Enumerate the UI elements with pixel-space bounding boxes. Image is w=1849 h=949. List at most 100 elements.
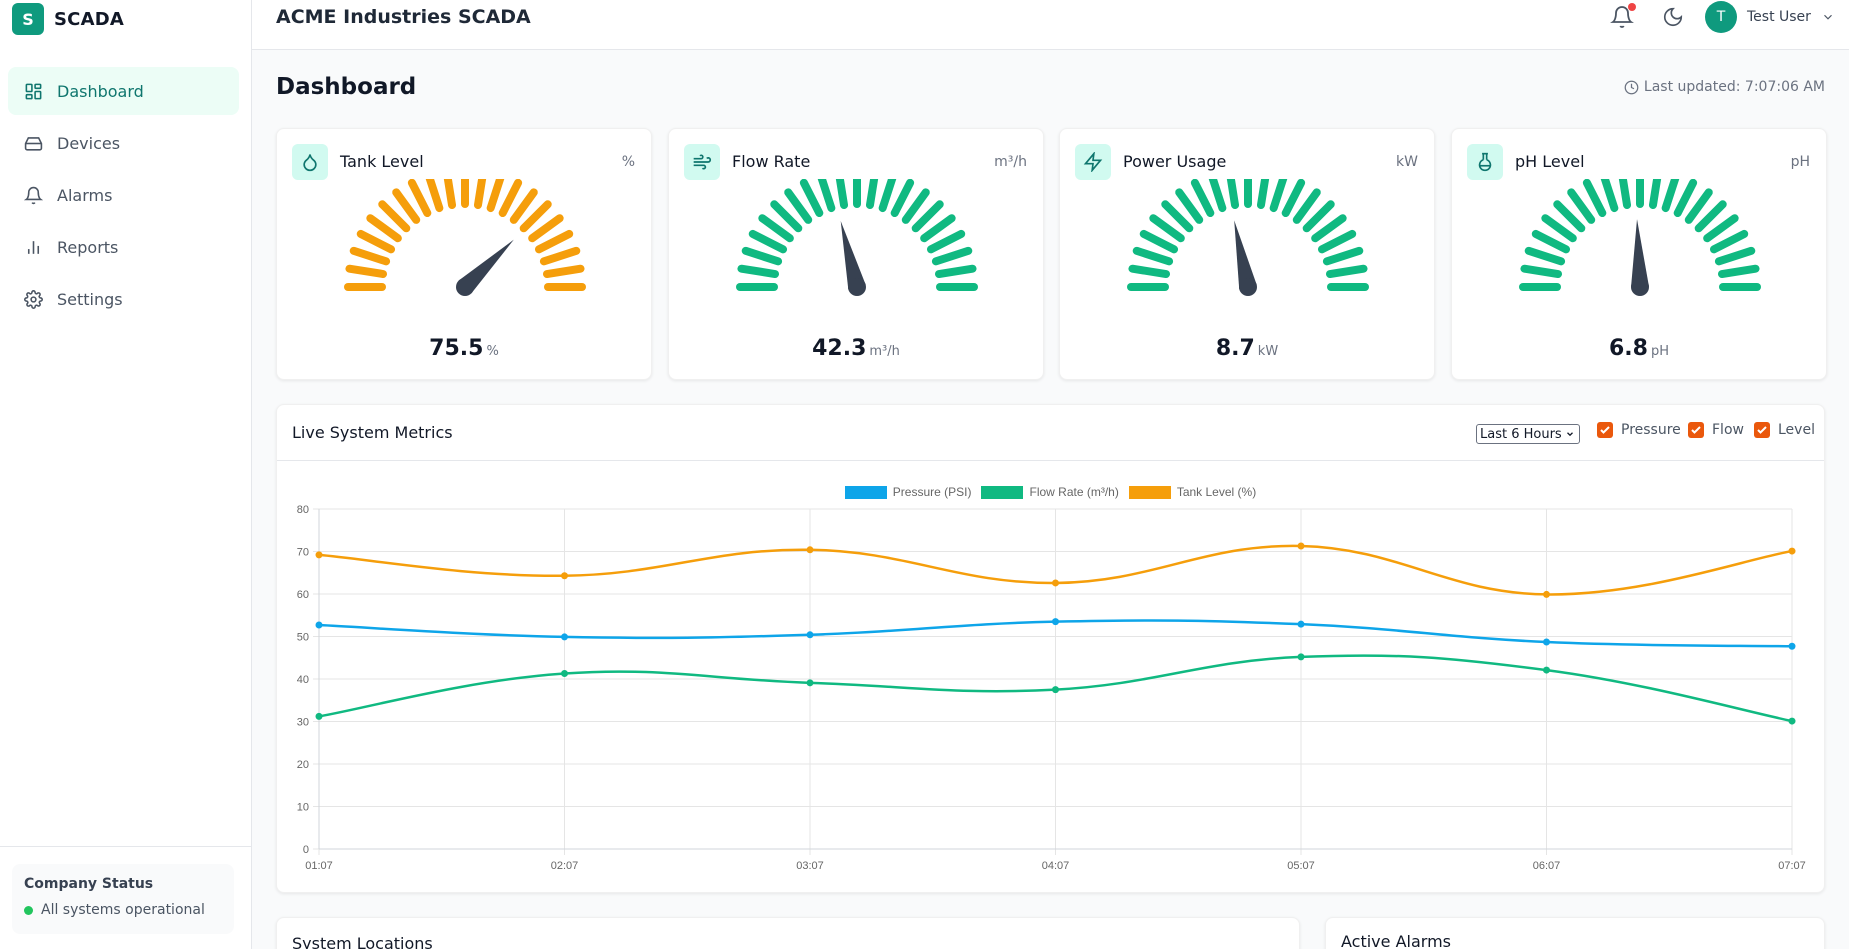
gauge-tick <box>1190 179 1215 218</box>
data-point[interactable] <box>1297 653 1305 661</box>
x-tick-label: 01:07 <box>305 860 333 872</box>
data-point[interactable] <box>1052 618 1059 626</box>
top-header: ACME Industries SCADA T Test User <box>252 0 1849 50</box>
last-updated-text: Last updated: 7:07:06 AM <box>1643 79 1825 95</box>
gauge-value: 8.7 kW <box>1060 336 1434 361</box>
data-point[interactable] <box>561 572 568 580</box>
gauge-tick <box>890 179 915 218</box>
gauge-tick <box>443 179 457 210</box>
y-tick-label: 80 <box>297 504 309 516</box>
gauge-tick <box>1128 264 1171 279</box>
gauge-value: 75.5% <box>277 336 651 361</box>
zap-icon <box>1083 152 1103 172</box>
gauge-value-number: 75.5 <box>429 336 484 361</box>
data-point[interactable] <box>315 712 323 720</box>
company-status-title: Company Status <box>24 876 154 892</box>
data-point[interactable] <box>315 621 323 629</box>
gauge-tick <box>1132 246 1174 266</box>
gauge-tick <box>1317 229 1357 254</box>
gauge-value-number: 8.7 <box>1215 336 1255 361</box>
chevron-down-icon <box>1824 14 1832 20</box>
gauge-card-power-usage: Power Usage kW 8.7 kW <box>1059 128 1435 380</box>
data-point[interactable] <box>1052 579 1059 587</box>
gauge-unit-label: kW <box>1396 154 1418 170</box>
sidebar-item-alarms[interactable]: Alarms <box>8 171 239 219</box>
y-tick-label: 20 <box>297 759 309 771</box>
x-tick-label: 07:07 <box>1778 860 1806 872</box>
gauge-tick <box>1618 179 1632 210</box>
sidebar-item-devices[interactable]: Devices <box>8 119 239 167</box>
data-point[interactable] <box>1052 686 1059 694</box>
gauge-tick <box>542 264 585 279</box>
gear-icon <box>24 289 43 309</box>
gauge-tick <box>1269 179 1288 213</box>
gauge-tick <box>1648 179 1662 210</box>
data-point[interactable] <box>806 631 814 639</box>
data-point[interactable] <box>1788 717 1796 725</box>
gauge-tick <box>1582 179 1607 218</box>
gauge-tick <box>1714 246 1756 266</box>
gauge-tick <box>349 246 391 266</box>
sidebar-item-dashboard[interactable]: Dashboard <box>8 67 239 115</box>
data-point[interactable] <box>315 551 323 559</box>
company-status-card: Company Status All systems operational <box>12 864 234 934</box>
sidebar-item-label: Settings <box>57 289 123 309</box>
data-point[interactable] <box>1788 547 1796 555</box>
last-updated: Last updated: 7:07:06 AM <box>1624 79 1825 95</box>
data-point[interactable] <box>1543 638 1550 646</box>
system-locations-title: System Locations <box>292 934 433 949</box>
gauge-tick <box>1531 229 1571 254</box>
sidebar-nav: Dashboard Devices Alarms Reports Setting… <box>8 67 239 327</box>
gauge-tick <box>356 229 396 254</box>
sidebar-item-reports[interactable]: Reports <box>8 223 239 271</box>
x-tick-label: 04:07 <box>1042 860 1070 872</box>
data-point[interactable] <box>1543 666 1550 674</box>
moon-icon[interactable] <box>1662 6 1684 28</box>
data-point[interactable] <box>1543 590 1550 598</box>
active-alarms-card: Active Alarms <box>1325 917 1825 949</box>
data-point[interactable] <box>806 679 814 687</box>
y-tick-label: 0 <box>303 844 309 856</box>
gauge-tick <box>425 179 444 213</box>
gauge-tick <box>1322 246 1364 266</box>
page-title: Dashboard <box>276 74 417 100</box>
sidebar: S SCADA Dashboard Devices Alarms Reports… <box>0 0 252 949</box>
gauge-title: pH Level <box>1515 152 1585 171</box>
data-point[interactable] <box>806 546 814 554</box>
user-menu[interactable]: T Test User <box>1705 1 1835 33</box>
gauge-tick <box>741 246 783 266</box>
system-locations-card: System Locations <box>276 917 1300 949</box>
gauge-tick <box>407 179 432 218</box>
gauge-title: Flow Rate <box>732 152 811 171</box>
gauge-tick <box>934 264 977 279</box>
gauge-icon-box <box>292 144 328 180</box>
data-point[interactable] <box>1297 542 1305 550</box>
company-status-line: All systems operational <box>24 902 222 918</box>
user-name: Test User <box>1747 9 1811 25</box>
y-tick-label: 10 <box>297 802 309 814</box>
droplet-icon <box>303 154 317 172</box>
gauge-card-tank-level: Tank Level % 75.5% <box>276 128 652 380</box>
data-point[interactable] <box>1297 620 1305 628</box>
brand[interactable]: S SCADA <box>0 0 251 40</box>
flask-icon <box>1478 152 1492 172</box>
gauge-tick <box>539 246 581 266</box>
gauge-tick <box>1524 246 1566 266</box>
data-point[interactable] <box>561 633 568 641</box>
status-dot-icon <box>24 905 33 915</box>
sidebar-item-settings[interactable]: Settings <box>8 275 239 323</box>
grid-icon <box>25 83 42 99</box>
gauge-value-unit: pH <box>1650 344 1669 359</box>
gauge-dial <box>1127 179 1369 296</box>
data-point[interactable] <box>1788 642 1796 650</box>
gauge-dial <box>1519 179 1761 296</box>
gauge-tick <box>817 179 836 213</box>
x-tick-label: 05:07 <box>1287 860 1315 872</box>
sidebar-divider <box>0 846 251 847</box>
gauge-icon-box <box>684 144 720 180</box>
gauge-tick <box>865 179 879 210</box>
data-point[interactable] <box>561 669 568 677</box>
gauge-tick <box>1325 264 1368 279</box>
x-tick-label: 02:07 <box>551 860 579 872</box>
live-metrics-card: Live System Metrics Last 6 Hours Pressur… <box>276 404 1825 893</box>
